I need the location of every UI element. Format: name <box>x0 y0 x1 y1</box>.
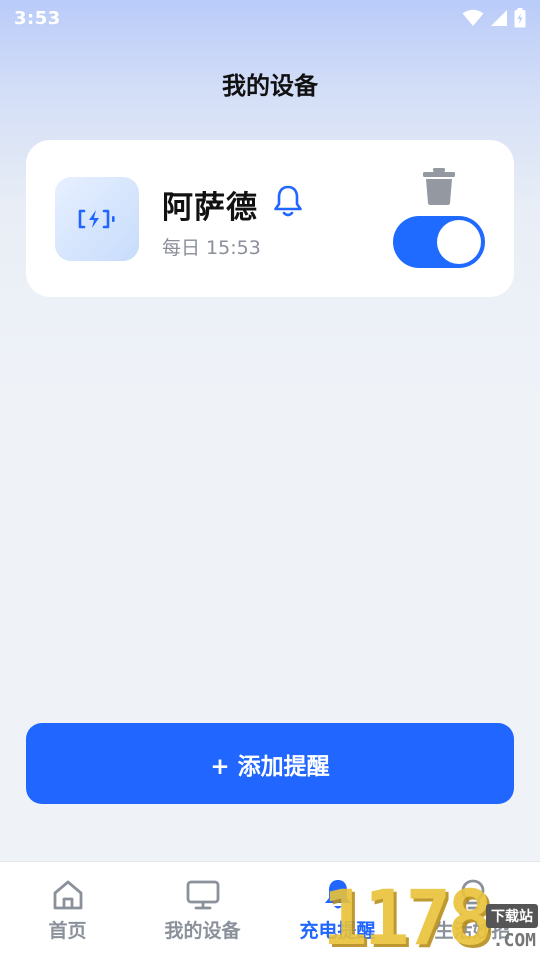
nav-label-my-devices: 我的设备 <box>164 920 241 942</box>
signal-icon <box>491 10 507 26</box>
bell-icon <box>322 878 354 912</box>
trash-icon[interactable] <box>422 168 456 206</box>
nav-item-charge-reminder[interactable]: 充电提醒 <box>270 862 405 960</box>
wifi-icon <box>462 9 484 26</box>
status-icons <box>462 8 526 28</box>
nav-item-home[interactable]: 首页 <box>0 862 135 960</box>
nav-item-life-tips[interactable]: 生活妙招 <box>405 862 540 960</box>
add-reminder-button[interactable]: + 添加提醒 <box>26 723 514 804</box>
battery-charging-icon <box>514 8 526 28</box>
lightbulb-icon <box>458 878 488 912</box>
status-bar: 3:53 <box>0 0 540 36</box>
reminder-toggle[interactable] <box>393 216 485 268</box>
page-title: 我的设备 <box>222 72 318 100</box>
bottom-nav: 首页 我的设备 充电提醒 生活妙招 <box>0 861 540 960</box>
battery-charging-icon <box>78 209 115 229</box>
device-icon <box>55 177 139 261</box>
bell-icon <box>274 185 302 217</box>
device-schedule: 每日 15:53 <box>162 237 261 259</box>
nav-item-my-devices[interactable]: 我的设备 <box>135 862 270 960</box>
device-name: 阿萨德 <box>162 190 258 226</box>
nav-label-home: 首页 <box>48 920 87 942</box>
nav-label-life-tips: 生活妙招 <box>434 920 511 942</box>
nav-label-charge-reminder: 充电提醒 <box>299 920 376 942</box>
device-card[interactable]: 阿萨德 每日 15:53 <box>26 140 514 297</box>
home-icon <box>51 878 85 912</box>
status-time: 3:53 <box>14 7 61 29</box>
monitor-icon <box>185 878 221 912</box>
toggle-knob <box>437 220 481 264</box>
